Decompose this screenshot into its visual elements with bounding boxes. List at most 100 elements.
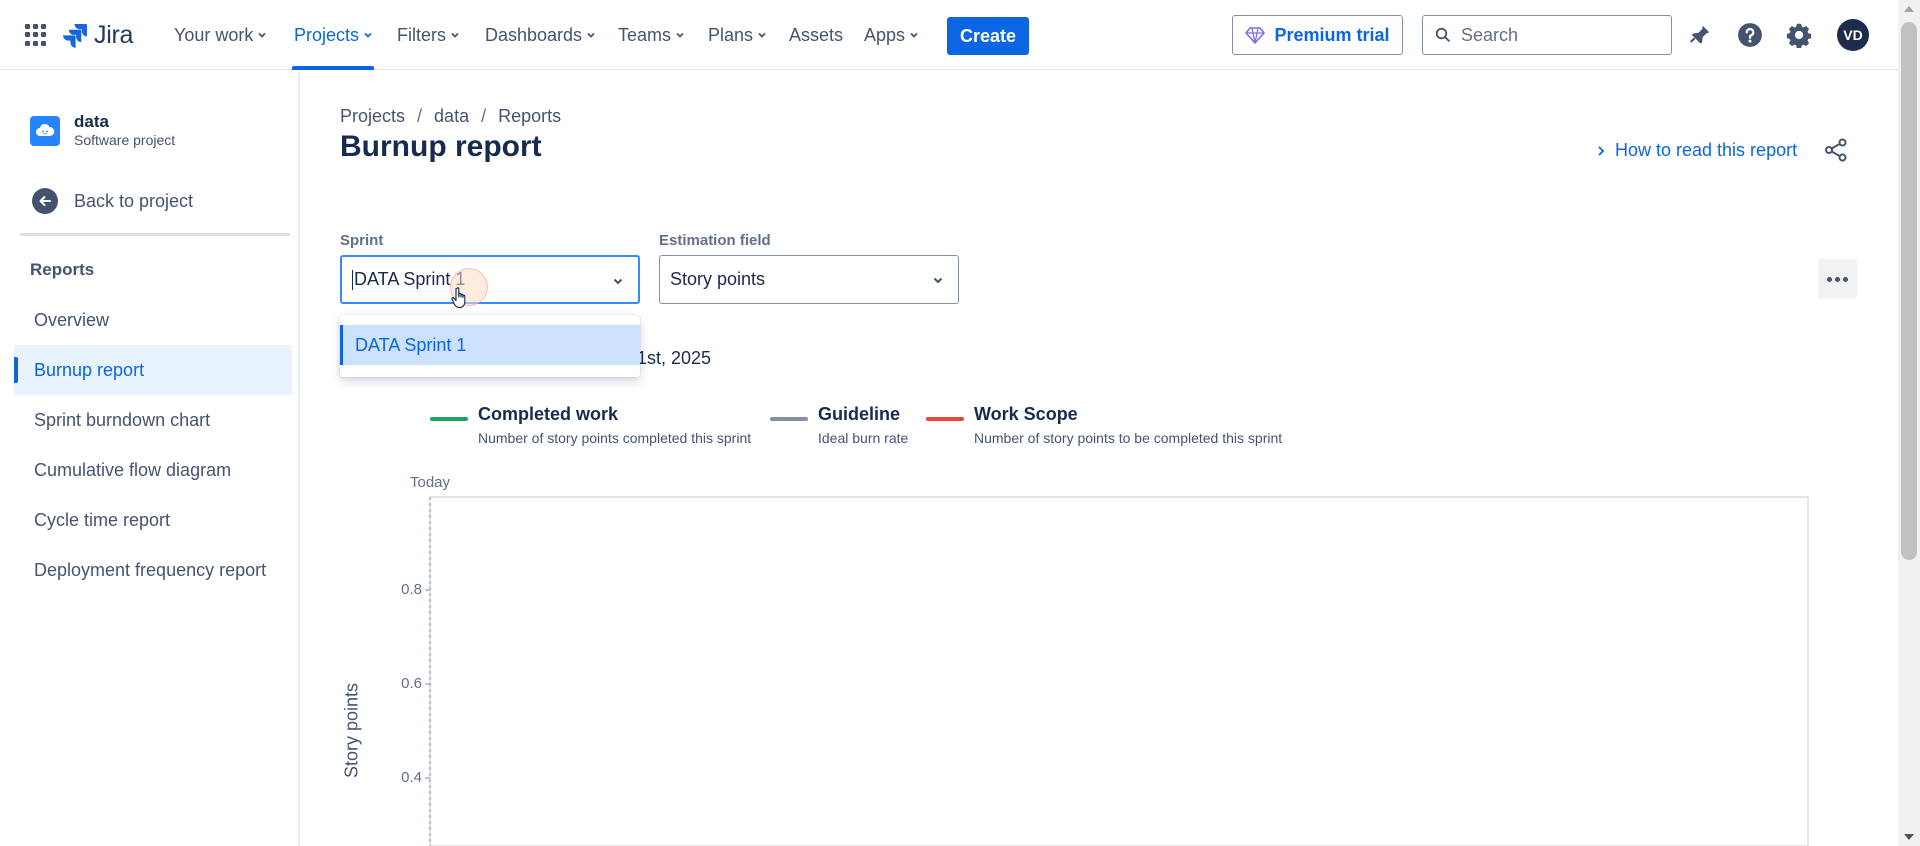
- sprint-option[interactable]: DATA Sprint 1: [340, 325, 640, 365]
- nav-teams[interactable]: Teams: [618, 22, 685, 48]
- legend-description: Number of story points to be completed t…: [974, 430, 1283, 446]
- user-avatar[interactable]: VD: [1837, 19, 1869, 51]
- project-name: data: [74, 112, 109, 131]
- jira-logo-text: Jira: [94, 20, 134, 49]
- breadcrumb-data[interactable]: data: [434, 106, 469, 127]
- more-actions-button[interactable]: [1818, 259, 1857, 299]
- how-to-read-label: How to read this report: [1615, 140, 1798, 160]
- help-icon[interactable]: [1735, 20, 1765, 50]
- create-button[interactable]: Create: [947, 17, 1029, 55]
- estimation-field-select[interactable]: Story points: [659, 255, 959, 304]
- sidebar-item-burnup-report[interactable]: Burnup report: [14, 345, 292, 395]
- sprint-label: Sprint: [340, 232, 384, 249]
- sidebar-item-cycle-time-report[interactable]: Cycle time report: [14, 495, 292, 545]
- nav-projects[interactable]: Projects: [294, 22, 373, 48]
- chevron-down-icon: [451, 32, 459, 38]
- nav-dashboards-label: Dashboards: [485, 24, 583, 45]
- y-tick-label: 0.4: [401, 769, 422, 786]
- premium-trial-label: Premium trial: [1274, 24, 1390, 45]
- chevron-down-icon: [613, 278, 623, 285]
- sidebar-item-label: Burnup report: [34, 359, 145, 380]
- chevron-down-icon: [910, 32, 918, 38]
- page-title: Burnup report: [340, 130, 542, 163]
- premium-trial-button[interactable]: Premium trial: [1232, 15, 1403, 55]
- chart-plot-area: [429, 496, 1809, 846]
- sidebar-item-deployment-frequency-report[interactable]: Deployment frequency report: [14, 545, 292, 595]
- nav-filters-label: Filters: [397, 24, 446, 45]
- more-dot: [1843, 276, 1848, 282]
- chevron-right-icon: [1598, 145, 1605, 156]
- scrollbar-thumb[interactable]: [1901, 22, 1917, 560]
- nav-apps[interactable]: Apps: [864, 22, 919, 48]
- legend-description: Number of story points completed this sp…: [478, 430, 752, 446]
- nav-plans[interactable]: Plans: [708, 22, 767, 48]
- estimation-select-value: Story points: [670, 269, 766, 289]
- legend-title: Work Scope: [974, 404, 1078, 424]
- search-field[interactable]: [1422, 15, 1672, 55]
- legend-description: Ideal burn rate: [818, 430, 909, 446]
- sidebar-item-label: Cycle time report: [34, 509, 171, 530]
- nav-assets-label: Assets: [789, 24, 844, 45]
- nav-projects-label: Projects: [294, 24, 360, 45]
- sidebar-item-overview[interactable]: Overview: [14, 295, 292, 345]
- sprint-dropdown-menu: DATA Sprint 1: [340, 315, 640, 377]
- notifications-icon[interactable]: [1685, 20, 1715, 50]
- search-icon: [1435, 27, 1451, 43]
- legend-completed-work: Completed work Number of story points co…: [430, 403, 751, 448]
- burnup-chart: [425, 496, 1809, 846]
- sidebar-item-cumulative-flow-diagram[interactable]: Cumulative flow diagram: [14, 445, 292, 495]
- sidebar: data Software project Back to project Re…: [0, 70, 300, 846]
- more-dot: [1835, 276, 1840, 282]
- sprint-select[interactable]: DATA Sprint 1: [340, 255, 640, 304]
- sidebar-item-label: Sprint burndown chart: [34, 409, 211, 430]
- how-to-read-link[interactable]: How to read this report: [1596, 140, 1797, 161]
- text-caret: [352, 269, 353, 290]
- project-header[interactable]: data Software project: [30, 112, 175, 149]
- sidebar-item-sprint-burndown-chart[interactable]: Sprint burndown chart: [14, 395, 292, 445]
- nav-dashboards[interactable]: Dashboards: [485, 22, 596, 48]
- sprint-select-value: DATA Sprint 1: [354, 269, 466, 289]
- chevron-down-icon: [258, 32, 267, 38]
- sidebar-item-label: Deployment frequency report: [34, 559, 267, 580]
- chevron-down-icon: [676, 32, 684, 38]
- back-to-project-link[interactable]: Back to project: [32, 188, 193, 214]
- nav-teams-label: Teams: [618, 24, 672, 45]
- project-type: Software project: [74, 132, 176, 148]
- nav-apps-label: Apps: [864, 24, 906, 45]
- share-icon[interactable]: [1822, 136, 1850, 164]
- app-switcher-icon[interactable]: [24, 23, 48, 47]
- scroll-up-arrow-icon[interactable]: [1904, 6, 1914, 12]
- chevron-down-icon: [933, 277, 943, 284]
- nav-your-work[interactable]: Your work: [174, 22, 267, 48]
- sprint-date-range: 1st, 2025: [637, 348, 712, 368]
- diamond-icon: [1245, 27, 1266, 44]
- chevron-down-icon: [364, 32, 372, 38]
- scroll-down-arrow-icon[interactable]: [1904, 834, 1914, 840]
- nav-filters[interactable]: Filters: [397, 22, 460, 48]
- sidebar-divider: [20, 233, 290, 236]
- legend-swatch-red: [926, 417, 964, 421]
- chevron-down-icon: [758, 32, 766, 38]
- legend-guideline: Guideline Ideal burn rate: [770, 403, 908, 448]
- nav-assets[interactable]: Assets: [789, 22, 843, 48]
- settings-icon[interactable]: [1784, 20, 1814, 50]
- sidebar-item-label: Overview: [34, 309, 110, 330]
- chevron-down-icon: [587, 32, 595, 38]
- jira-logo-icon: [63, 24, 87, 48]
- search-input[interactable]: [1461, 24, 1651, 46]
- legend-swatch-green: [430, 417, 468, 421]
- arrow-left-icon: [32, 188, 58, 214]
- page-scrollbar[interactable]: [1898, 0, 1920, 846]
- more-dot: [1827, 276, 1832, 282]
- legend-swatch-gray: [770, 417, 808, 421]
- y-axis-label: Story points: [341, 682, 362, 779]
- nav-active-indicator: [292, 66, 374, 70]
- back-to-project-label: Back to project: [74, 190, 194, 211]
- jira-logo[interactable]: Jira: [62, 20, 133, 50]
- breadcrumb-reports[interactable]: Reports: [498, 106, 561, 127]
- breadcrumb: Projects / data / Reports: [340, 106, 561, 127]
- y-tick-label: 0.6: [401, 675, 422, 692]
- top-navigation: Jira Your work Projects Filters Dashboar…: [0, 0, 1898, 70]
- breadcrumb-projects[interactable]: Projects: [340, 106, 405, 127]
- breadcrumb-separator: /: [417, 106, 423, 126]
